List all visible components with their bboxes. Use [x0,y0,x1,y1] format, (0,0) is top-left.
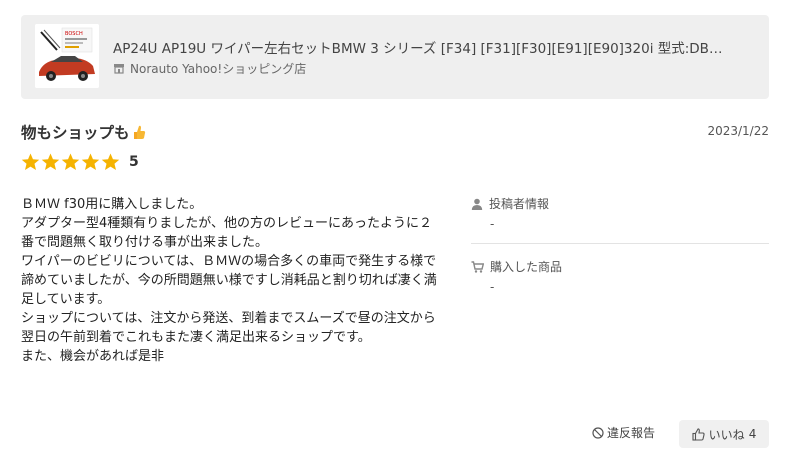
product-card[interactable]: BOSCH AP24U AP19U ワイパー左右セットBMW 3 シリーズ [F… [21,15,769,99]
star-icon [21,153,40,170]
report-label: 違反報告 [607,426,656,440]
product-thumbnail[interactable]: BOSCH [35,24,99,88]
star-icon [101,153,120,170]
thumbs-up-emoji-icon [133,125,145,139]
star-icon [61,153,80,170]
reviewer-info-label: 投稿者情報 [471,195,769,212]
star-icon [81,153,100,170]
review-body: ＢＭＷ f30用に購入しました。 アダプター型4種類有りましたが、他の方のレビュ… [21,197,437,364]
product-title[interactable]: AP24U AP19U ワイパー左右セットBMW 3 シリーズ [F34] [F… [113,37,753,57]
report-button[interactable]: 違反報告 [592,424,655,441]
like-button[interactable]: いいね 4 [679,420,769,448]
brand-logo-text: BOSCH [65,31,83,37]
product-image: BOSCH [35,24,99,88]
purchased-product-value: - [490,280,495,294]
cart-icon [471,260,484,273]
thumbs-up-icon [692,427,705,441]
like-count: 4 [748,427,757,441]
purchased-product: 購入した商品 - [471,258,769,294]
review-title-text: 物もショップも [21,124,130,142]
rating-value: 5 [129,154,139,170]
review-title: 物もショップも [21,121,146,143]
person-icon [471,198,483,210]
divider [471,243,769,244]
like-label: いいね [708,427,745,442]
review-date: 2023/1/22 [707,124,769,138]
reviewer-info: 投稿者情報 - [471,195,769,231]
star-icon [41,153,60,170]
prohibited-icon [592,426,604,439]
store-link[interactable]: Norauto Yahoo!ショッピング店 [113,60,306,76]
reviewer-info-value: - [490,217,495,231]
rating: 5 [21,153,139,171]
star-rating [21,153,120,171]
purchased-product-label: 購入した商品 [471,258,769,275]
store-name: Norauto Yahoo!ショッピング店 [130,61,307,76]
store-icon [114,64,124,74]
